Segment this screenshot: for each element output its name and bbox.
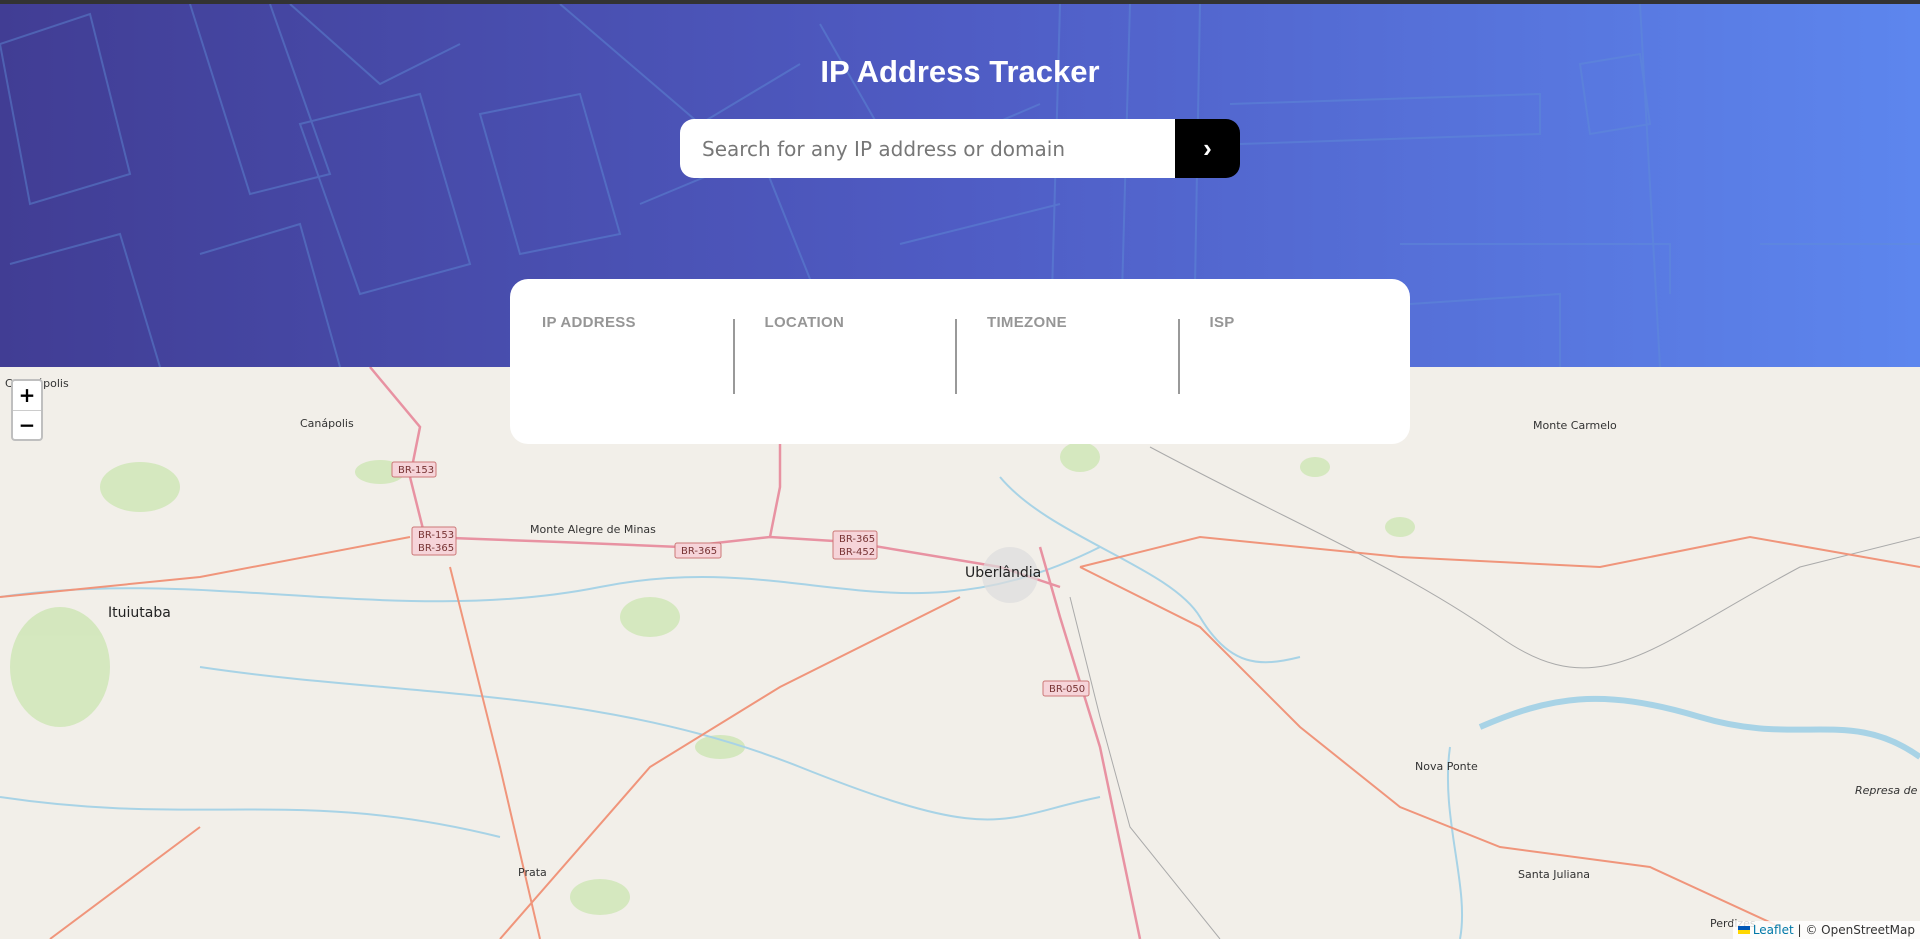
info-ip-address: IP ADDRESS — [542, 314, 733, 444]
road-label: BR-452 — [839, 547, 875, 558]
place-label: Canápolis — [300, 417, 354, 430]
ip-info-card: IP ADDRESS LOCATION TIMEZONE ISP — [510, 279, 1410, 444]
place-label: Nova Ponte — [1415, 760, 1478, 773]
place-label: Prata — [518, 866, 547, 879]
place-label: Monte Alegre de Minas — [530, 523, 656, 536]
info-timezone: TIMEZONE — [955, 314, 1178, 444]
road-label: BR-365 — [681, 546, 717, 557]
map-tiles: Capinópolis Canápolis Monte Alegre de Mi… — [0, 367, 1920, 939]
info-label: LOCATION — [764, 314, 845, 331]
road-label: BR-153 — [418, 530, 454, 541]
leaflet-link[interactable]: Leaflet — [1753, 923, 1794, 937]
zoom-in-button[interactable]: + — [13, 381, 41, 410]
zoom-control: + − — [11, 379, 43, 441]
search-form: › — [680, 119, 1240, 178]
search-input[interactable] — [680, 119, 1175, 178]
map[interactable]: Capinópolis Canápolis Monte Alegre de Mi… — [0, 367, 1920, 939]
info-label: TIMEZONE — [987, 314, 1067, 331]
road-label: BR-365 — [418, 543, 454, 554]
ukraine-flag-icon — [1737, 926, 1750, 934]
road-label: BR-050 — [1049, 684, 1085, 695]
map-attribution: Leaflet | © OpenStreetMap — [1732, 921, 1920, 939]
page-title: IP Address Tracker — [820, 54, 1100, 89]
place-label: Ituiutaba — [108, 605, 171, 621]
place-label: Uberlândia — [965, 565, 1041, 581]
info-isp: ISP — [1177, 314, 1401, 444]
road-label: BR-153 — [398, 465, 434, 476]
attribution-separator: | — [1793, 923, 1806, 937]
place-labels: Capinópolis Canápolis Monte Alegre de Mi… — [5, 377, 1920, 930]
road-label: BR-365 — [839, 534, 875, 545]
place-label: Monte Carmelo — [1533, 419, 1617, 432]
search-submit-button[interactable]: › — [1175, 119, 1240, 178]
info-location: LOCATION — [732, 314, 956, 444]
osm-attribution[interactable]: © OpenStreetMap — [1805, 923, 1915, 937]
place-label: Santa Juliana — [1518, 868, 1590, 881]
info-label: IP ADDRESS — [542, 314, 636, 331]
chevron-right-icon: › — [1203, 133, 1212, 163]
place-label: Represa de Nova Ponte — [1855, 784, 1920, 797]
zoom-out-button[interactable]: − — [13, 410, 41, 439]
info-label: ISP — [1209, 314, 1235, 331]
